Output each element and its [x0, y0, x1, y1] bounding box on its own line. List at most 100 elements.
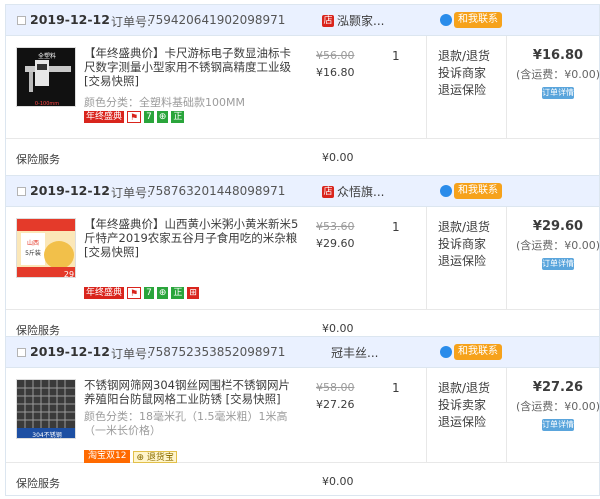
insurance-badge: ⊕	[156, 287, 169, 299]
complain-link[interactable]: 投诉卖家	[438, 397, 490, 414]
complain-link[interactable]: 投诉商家	[438, 65, 490, 82]
quantity: 1	[392, 220, 400, 234]
order-card: 2019-12-12 订单号: 758763201448098971 店 众悟旗…	[5, 175, 600, 348]
complain-link[interactable]: 投诉商家	[438, 236, 490, 253]
divider	[426, 36, 427, 138]
shop-name: 泓颢家...	[337, 14, 385, 28]
quantity: 1	[392, 49, 400, 63]
seven-day-badge: 7	[144, 287, 154, 299]
divider	[426, 368, 427, 462]
order-header: 2019-12-12 订单号: 758763201448098971 店 众悟旗…	[6, 176, 599, 207]
refund-link[interactable]: 退款/退货	[438, 48, 490, 65]
product-thumbnail[interactable]: 全塑料 0-100mm	[16, 47, 76, 107]
promo-badge: 年终盛典	[84, 287, 125, 299]
order-checkbox[interactable]	[17, 16, 26, 25]
badge-row: 年终盛典 ⚑ 7 ⊕ 正	[84, 111, 185, 123]
order-number: 759420641902098971	[148, 13, 286, 27]
svg-text:5斤装: 5斤装	[25, 249, 41, 257]
shop-link[interactable]: 店 众悟旗...	[322, 183, 384, 200]
product-title-link[interactable]: 不锈钢网筛网304钢丝网围栏不锈钢网片养殖阳台防鼠网格工业防锈 [交易快照]	[84, 378, 300, 406]
contact-seller-button[interactable]: 和我联系	[440, 12, 502, 28]
badge-row: 淘宝双12 ⊕ 退货宝	[84, 450, 177, 463]
product-spec: 颜色分类：全塑料基础款100MM	[84, 96, 245, 109]
wangwang-icon	[440, 14, 452, 26]
order-number: 758763201448098971	[148, 184, 286, 198]
shop-name: 众悟旗...	[337, 185, 385, 199]
product-title-link[interactable]: 【年终盛典价】山西黄小米粥小黄米新米5斤特产2019农家五谷月子食用吃的米杂粮 …	[84, 217, 300, 259]
order-actions: 退款/退货 投诉商家 退运保险	[438, 48, 490, 99]
order-detail-button[interactable]: 订单详情	[542, 258, 574, 270]
order-item: 山西 5斤装 29 【年终盛典价】山西黄小米粥小黄米新米5斤特产2019农家五谷…	[6, 207, 600, 310]
product-spec: 颜色分类：18毫米孔（1.5毫米粗）1米高（一米长价格）	[84, 410, 288, 437]
actual-price: ¥16.80	[316, 66, 355, 79]
contact-label: 和我联系	[454, 183, 502, 199]
product-title-link[interactable]: 【年终盛典价】卡尺游标电子数显油标卡尺数字测量小型家用不锈钢高精度工业级 [交易…	[84, 46, 300, 88]
order-detail-button[interactable]: 订单详情	[542, 419, 574, 431]
total-amount: ¥27.26	[532, 380, 584, 395]
svg-text:0-100mm: 0-100mm	[35, 101, 59, 107]
product-thumbnail[interactable]: 304不锈钢	[16, 379, 76, 439]
shop-link[interactable]: 店 泓颢家...	[322, 12, 384, 29]
order-date: 2019-12-12	[30, 344, 110, 359]
price-block: ¥53.60 ¥29.60	[316, 220, 355, 250]
order-header: 2019-12-12 订单号: 758752353852098971 冠丰丝..…	[6, 337, 599, 368]
total-block: ¥27.26 (含运费：¥0.00) 订单详情	[515, 380, 600, 431]
order-card: 2019-12-12 订单号: 759420641902098971 店 泓颢家…	[5, 4, 600, 177]
postage-note: (含运费：¥0.00)	[515, 239, 600, 252]
price-block: ¥58.00 ¥27.26	[316, 381, 355, 411]
order-checkbox[interactable]	[17, 187, 26, 196]
order-item: 304不锈钢 不锈钢网筛网304钢丝网围栏不锈钢网片养殖阳台防鼠网格工业防锈 […	[6, 368, 600, 463]
divider	[506, 368, 507, 462]
contact-label: 和我联系	[454, 344, 502, 360]
postage-note: (含运费：¥0.00)	[515, 68, 600, 81]
product-thumbnail[interactable]: 山西 5斤装 29	[16, 218, 76, 278]
contact-seller-button[interactable]: 和我联系	[440, 344, 502, 360]
order-date: 2019-12-12	[30, 183, 110, 198]
promo-badge: 年终盛典	[84, 111, 125, 123]
return-shipping-badge: ⊕ 退货宝	[133, 450, 177, 463]
svg-text:山西: 山西	[27, 239, 39, 247]
gift-badge: ⊞	[187, 287, 199, 299]
svg-text:29: 29	[64, 270, 74, 278]
order-checkbox[interactable]	[17, 348, 26, 357]
return-insurance-link[interactable]: 退运保险	[438, 82, 490, 99]
svg-text:304不锈钢: 304不锈钢	[32, 431, 61, 439]
badge-row: 年终盛典 ⚑ 7 ⊕ 正 ⊞	[84, 287, 199, 299]
shop-icon: 店	[322, 185, 334, 198]
actual-price: ¥27.26	[316, 398, 355, 411]
genuine-badge: 正	[171, 111, 185, 123]
svg-text:全塑料: 全塑料	[38, 52, 56, 60]
divider	[426, 207, 427, 309]
return-insurance-link[interactable]: 退运保险	[438, 414, 490, 431]
shop-icon: 店	[322, 14, 334, 27]
service-row: 保险服务 ¥0.00	[6, 139, 599, 176]
order-item: 全塑料 0-100mm 【年终盛典价】卡尺游标电子数显油标卡尺数字测量小型家用不…	[6, 36, 600, 139]
insurance-service-label: 保险服务	[16, 477, 60, 490]
refund-link[interactable]: 退款/退货	[438, 380, 490, 397]
actual-price: ¥29.60	[316, 237, 355, 250]
original-price: ¥56.00	[316, 49, 355, 62]
price-block: ¥56.00 ¥16.80	[316, 49, 355, 79]
order-number-label: 订单号:	[111, 347, 152, 361]
order-date: 2019-12-12	[30, 12, 110, 27]
refund-link[interactable]: 退款/退货	[438, 219, 490, 236]
order-detail-button[interactable]: 订单详情	[542, 87, 574, 99]
shop-link[interactable]: 冠丰丝...	[331, 344, 378, 361]
postage-note: (含运费：¥0.00)	[515, 400, 600, 413]
original-price: ¥53.60	[316, 220, 355, 233]
divider	[506, 36, 507, 138]
return-insurance-link[interactable]: 退运保险	[438, 253, 490, 270]
contact-label: 和我联系	[454, 12, 502, 28]
wangwang-icon	[440, 185, 452, 197]
insurance-service-fee: ¥0.00	[322, 151, 354, 164]
insurance-service-fee: ¥0.00	[322, 322, 354, 335]
contact-seller-button[interactable]: 和我联系	[440, 183, 502, 199]
order-card: 2019-12-12 订单号: 758752353852098971 冠丰丝..…	[5, 336, 600, 496]
order-number: 758752353852098971	[148, 345, 286, 359]
order-header: 2019-12-12 订单号: 759420641902098971 店 泓颢家…	[6, 5, 599, 36]
service-row: 保险服务 ¥0.00	[6, 463, 599, 495]
insurance-service-fee: ¥0.00	[322, 475, 354, 488]
order-actions: 退款/退货 投诉卖家 退运保险	[438, 380, 490, 431]
quantity: 1	[392, 381, 400, 395]
wangwang-icon	[440, 346, 452, 358]
